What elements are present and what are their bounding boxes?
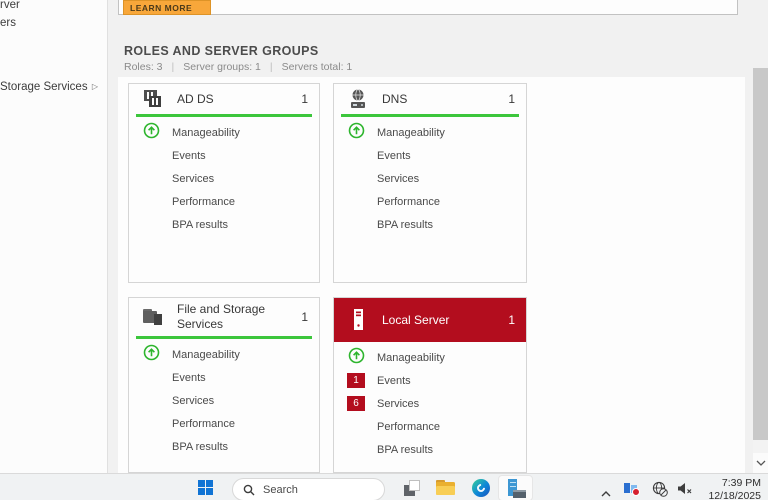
manageability-up-icon — [348, 122, 365, 144]
welcome-banner-panel: LEARN MORE — [118, 0, 738, 15]
taskbar-clock[interactable]: 7:39 PM 12/18/2025 — [708, 477, 761, 500]
row-performance[interactable]: Performance — [129, 412, 319, 435]
search-placeholder: Search — [263, 483, 298, 496]
stat-servers-total: Servers total: 1 — [281, 61, 353, 73]
task-view-button[interactable] — [404, 480, 420, 496]
row-manageability[interactable]: Manageability — [334, 346, 526, 369]
navigation-sidebar: rver ers Storage Services ▷ — [0, 0, 108, 473]
events-alert-badge: 1 — [347, 373, 365, 388]
row-services[interactable]: Services — [334, 167, 526, 190]
clock-time: 7:39 PM — [721, 477, 761, 489]
row-bpa-results[interactable]: BPA results — [334, 213, 526, 236]
file-storage-icon — [140, 307, 166, 327]
network-offline-icon[interactable] — [652, 481, 668, 500]
tile-ad-ds[interactable]: AD DS 1 Manageability Events Services Pe… — [128, 83, 320, 283]
row-manageability[interactable]: Manageability — [129, 343, 319, 366]
section-title: ROLES AND SERVER GROUPS — [124, 44, 319, 58]
tile-server-count: 1 — [301, 92, 308, 106]
taskbar-search[interactable]: Search — [232, 478, 385, 500]
manageability-up-icon — [143, 122, 160, 144]
tile-local-server[interactable]: Local Server 1 Manageability 1 Events 6 … — [333, 297, 527, 473]
row-bpa-results[interactable]: BPA results — [334, 438, 526, 461]
chevron-down-icon — [756, 460, 765, 466]
sidebar-item-local-server[interactable]: rver — [0, 0, 106, 11]
row-performance[interactable]: Performance — [334, 415, 526, 438]
vertical-scrollbar[interactable] — [753, 68, 768, 473]
local-server-icon — [345, 308, 371, 332]
row-events[interactable]: Events — [334, 144, 526, 167]
tile-server-count: 1 — [301, 310, 308, 324]
row-performance[interactable]: Performance — [334, 190, 526, 213]
row-services[interactable]: 6 Services — [334, 392, 526, 415]
tray-notification-icon[interactable] — [624, 482, 640, 496]
tile-server-count: 1 — [508, 313, 515, 327]
server-manager-taskbar-button[interactable] — [498, 475, 533, 500]
learn-more-button[interactable]: LEARN MORE — [123, 0, 211, 15]
scrollbar-down-button[interactable] — [753, 453, 768, 473]
row-bpa-results[interactable]: BPA results — [129, 213, 319, 236]
ad-ds-icon — [140, 88, 166, 110]
section-stats: Roles: 3 | Server groups: 1 | Servers total:… — [124, 61, 352, 73]
file-explorer-button[interactable] — [436, 480, 455, 495]
stat-separator: | — [171, 61, 175, 73]
search-icon — [243, 484, 255, 495]
manageability-up-icon — [348, 347, 365, 369]
tile-server-count: 1 — [508, 92, 515, 106]
row-events[interactable]: Events — [129, 144, 319, 167]
tile-title: AD DS — [177, 91, 214, 106]
row-manageability[interactable]: Manageability — [334, 121, 526, 144]
dns-icon — [345, 88, 371, 110]
chevron-up-icon — [601, 491, 611, 497]
server-manager-window: rver ers Storage Services ▷ LEARN MORE R… — [0, 0, 768, 500]
hidden-icons-chevron[interactable] — [601, 484, 611, 500]
row-events[interactable]: Events — [129, 366, 319, 389]
row-bpa-results[interactable]: BPA results — [129, 435, 319, 458]
scrollbar-thumb[interactable] — [753, 68, 768, 440]
row-manageability[interactable]: Manageability — [129, 121, 319, 144]
row-services[interactable]: Services — [129, 167, 319, 190]
tile-title: DNS — [382, 91, 408, 106]
clock-date: 12/18/2025 — [708, 490, 761, 500]
stat-server-groups: Server groups: 1 — [183, 61, 261, 73]
volume-muted-icon[interactable] — [677, 482, 693, 500]
stat-roles: Roles: 3 — [124, 61, 163, 73]
alert-dot-icon — [632, 488, 640, 496]
sidebar-item-file-storage-services[interactable]: Storage Services ▷ — [0, 81, 106, 93]
sidebar-item-all-servers[interactable]: ers — [0, 17, 106, 29]
services-alert-badge: 6 — [347, 396, 365, 411]
tile-file-storage-services[interactable]: File and Storage Services 1 Manageabilit… — [128, 297, 320, 473]
manageability-up-icon — [143, 344, 160, 366]
chevron-right-icon: ▷ — [91, 82, 98, 91]
tile-title: Local Server — [382, 312, 450, 327]
row-performance[interactable]: Performance — [129, 190, 319, 213]
stat-separator: | — [269, 61, 273, 73]
row-events[interactable]: 1 Events — [334, 369, 526, 392]
edge-browser-button[interactable] — [472, 479, 490, 497]
tile-title: File and Storage Services — [177, 302, 266, 331]
row-services[interactable]: Services — [129, 389, 319, 412]
tile-dns[interactable]: DNS 1 Manageability Events Services Perf… — [333, 83, 527, 283]
windows-taskbar: Search 7:39 PM 12/18/2025 — [0, 473, 768, 500]
start-button[interactable] — [198, 480, 213, 495]
